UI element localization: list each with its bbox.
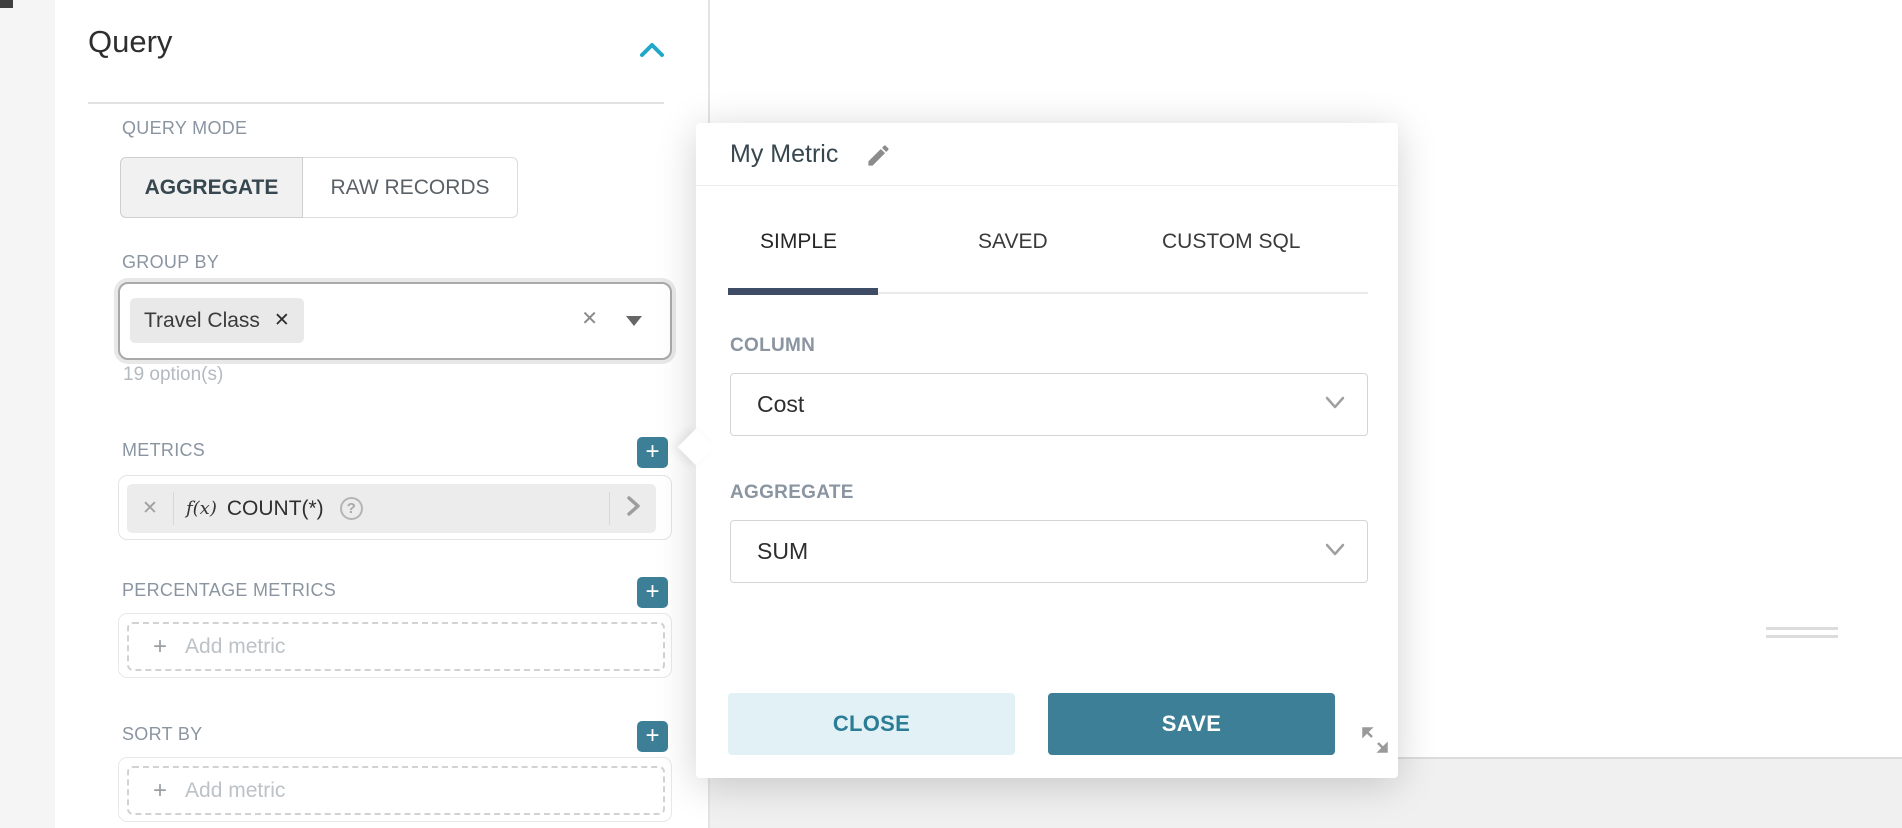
options-count-hint: 19 option(s) [123, 364, 223, 386]
percentage-metrics-label: PERCENTAGE METRICS [122, 580, 336, 601]
plus-icon: + [153, 777, 167, 805]
group-by-label: GROUP BY [122, 252, 219, 273]
aggregate-select[interactable]: SUM [730, 520, 1368, 583]
chevron-down-icon [1323, 541, 1347, 564]
sort-by-container: + Add metric [118, 757, 672, 822]
caret-down-icon[interactable] [626, 316, 642, 326]
metrics-container: ✕ f(x) COUNT(*) ? [118, 475, 672, 540]
chevron-down-icon [1323, 394, 1347, 417]
section-divider [88, 102, 664, 104]
function-icon: f(x) [186, 498, 217, 519]
plus-icon: + [153, 633, 167, 661]
raw-records-mode-button[interactable]: RAW RECORDS [303, 157, 518, 218]
column-value: Cost [757, 374, 804, 435]
help-icon: ? [340, 497, 363, 520]
chevron-up-icon[interactable] [636, 38, 668, 64]
resize-popover-icon[interactable] [1361, 726, 1389, 759]
popover-arrow [678, 429, 715, 466]
column-select[interactable]: Cost [730, 373, 1368, 436]
query-mode-label: QUERY MODE [122, 118, 247, 139]
handle-line [1766, 635, 1838, 638]
aggregate-value: SUM [757, 521, 808, 582]
divider [173, 492, 174, 525]
remove-metric-icon[interactable]: ✕ [127, 497, 173, 520]
metric-title: My Metric [730, 140, 838, 169]
tab-custom-sql[interactable]: CUSTOM SQL [1162, 230, 1300, 254]
add-metric-button[interactable]: + [637, 437, 668, 468]
left-rail [0, 0, 55, 828]
aggregate-mode-button[interactable]: AGGREGATE [120, 157, 303, 218]
close-button[interactable]: CLOSE [728, 693, 1015, 755]
edit-pencil-icon[interactable] [865, 142, 892, 174]
add-metric-placeholder: Add metric [185, 779, 285, 803]
tag-label: Travel Class [144, 309, 260, 333]
metric-item[interactable]: ✕ f(x) COUNT(*) ? [127, 484, 656, 533]
add-metric-placeholder: Add metric [185, 635, 285, 659]
tab-simple[interactable]: SIMPLE [760, 230, 837, 254]
handle-line [1766, 627, 1838, 630]
sort-by-label: SORT BY [122, 724, 202, 745]
chevron-right-icon[interactable] [610, 493, 656, 524]
add-sort-metric-button[interactable]: + [637, 721, 668, 752]
query-section-title: Query [88, 24, 172, 60]
add-metric-dropzone[interactable]: + Add metric [127, 766, 665, 815]
percentage-metrics-container: + Add metric [118, 613, 672, 678]
explore-screen: Query QUERY MODE AGGREGATE RAW RECORDS G… [0, 0, 1902, 828]
group-by-tag: Travel Class ✕ [130, 298, 304, 343]
aggregate-label: AGGREGATE [730, 482, 854, 504]
save-button[interactable]: SAVE [1048, 693, 1335, 755]
divider [696, 185, 1398, 186]
column-label: COLUMN [730, 335, 815, 357]
chart-resize-handle[interactable] [1766, 627, 1838, 638]
scrollbar-thumb[interactable] [0, 0, 13, 8]
metrics-label: METRICS [122, 440, 205, 461]
active-tab-indicator [728, 288, 878, 295]
query-mode-group: AGGREGATE RAW RECORDS [120, 157, 518, 218]
tab-saved[interactable]: SAVED [978, 230, 1048, 254]
add-percentage-metric-button[interactable]: + [637, 577, 668, 608]
clear-all-icon[interactable]: ✕ [581, 306, 598, 331]
metric-editor-popover: My Metric SIMPLE SAVED CUSTOM SQL COLUMN… [696, 123, 1398, 778]
metric-name: COUNT(*) [227, 497, 324, 521]
tag-remove-icon[interactable]: ✕ [274, 309, 290, 332]
group-by-select[interactable]: Travel Class ✕ ✕ [118, 282, 672, 360]
add-metric-dropzone[interactable]: + Add metric [127, 622, 665, 671]
